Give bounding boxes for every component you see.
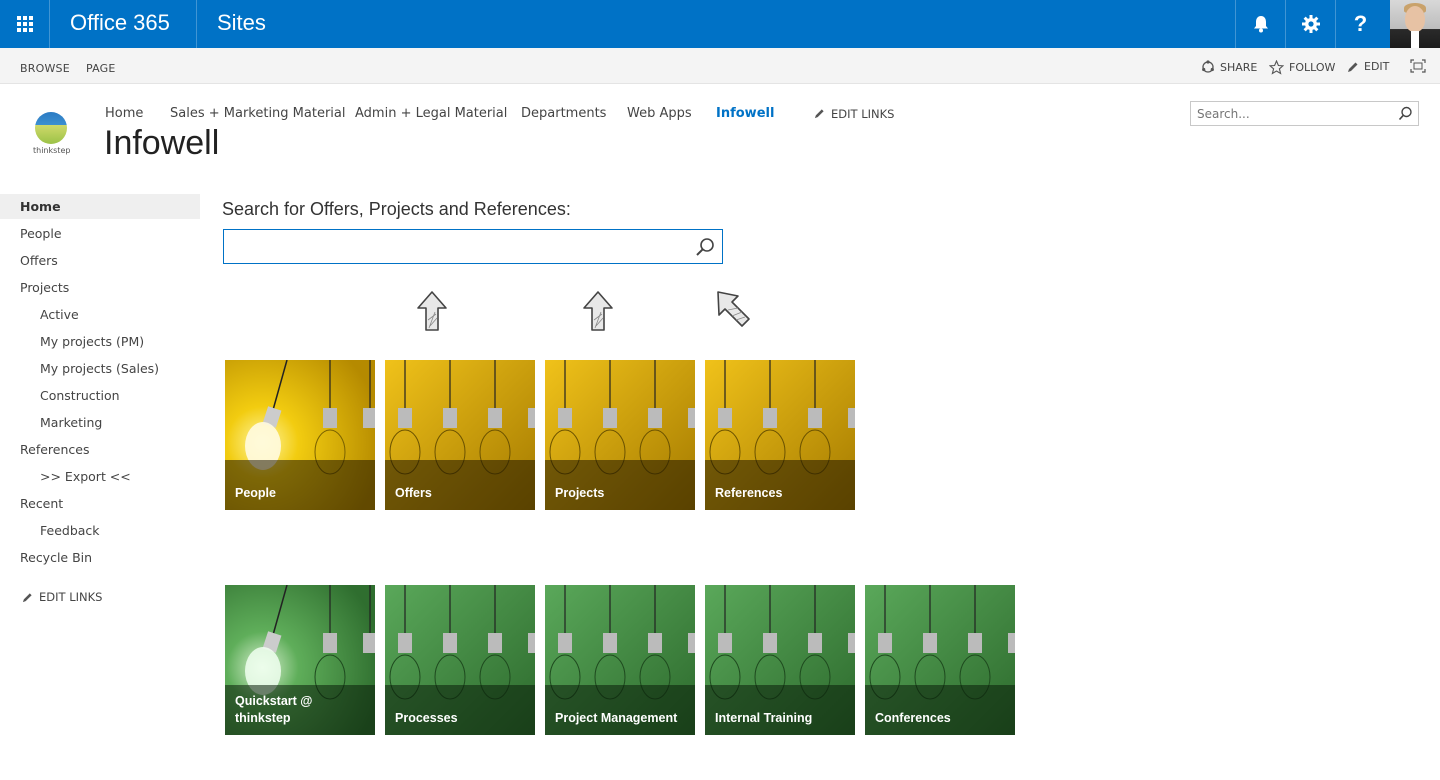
leftnav-references[interactable]: References	[0, 437, 200, 462]
tile-caption: Internal Training	[705, 685, 855, 735]
suite-bar: Office 365 Sites ?	[0, 0, 1440, 48]
settings-button[interactable]	[1285, 0, 1335, 48]
notifications-button[interactable]	[1235, 0, 1285, 48]
follow-button[interactable]: FOLLOW	[1269, 60, 1335, 75]
leftnav-edit-links-label: EDIT LINKS	[39, 590, 103, 604]
tile-caption: People	[225, 460, 375, 510]
site-logo[interactable]	[35, 112, 67, 144]
search-icon[interactable]	[1398, 106, 1413, 121]
tile-quickstart[interactable]: Quickstart @ thinkstep	[225, 585, 375, 735]
help-icon: ?	[1353, 11, 1368, 36]
leftnav-feedback[interactable]: Feedback	[0, 518, 200, 543]
site-logo-text: thinkstep	[33, 146, 71, 155]
pencil-icon	[22, 592, 32, 602]
arrow-up-left-icon	[717, 291, 750, 327]
arrow-up-icon	[417, 291, 447, 331]
suite-bar-divider	[196, 0, 197, 48]
tile-label: Quickstart @ thinkstep	[235, 694, 313, 725]
fullscreen-icon	[1410, 59, 1426, 73]
tile-caption: Project Management	[545, 685, 695, 735]
search-heading: Search for Offers, Projects and Referenc…	[222, 199, 571, 219]
tile-project-management[interactable]: Project Management	[545, 585, 695, 735]
site-search-box	[1190, 101, 1419, 126]
tile-label: People	[235, 486, 276, 500]
topnav-departments[interactable]: Departments	[521, 106, 606, 121]
leftnav-my-projects-pm[interactable]: My projects (PM)	[0, 329, 200, 354]
leftnav-recycle-bin[interactable]: Recycle Bin	[0, 545, 200, 570]
pencil-icon	[1348, 62, 1358, 72]
topnav-sales-marketing[interactable]: Sales + Marketing Material	[170, 106, 346, 121]
user-avatar[interactable]	[1390, 0, 1440, 48]
pencil-icon	[814, 109, 824, 119]
tile-caption: Quickstart @ thinkstep	[225, 685, 375, 735]
tile-caption: Processes	[385, 685, 535, 735]
ribbon-bar: BROWSE PAGE SHARE FOLLOW EDIT	[0, 48, 1440, 84]
waffle-icon	[16, 16, 33, 32]
offers-search-input[interactable]	[223, 229, 723, 264]
tab-page[interactable]: PAGE	[86, 62, 116, 75]
edit-page-button[interactable]: EDIT	[1347, 60, 1389, 73]
leftnav-export[interactable]: >> Export <<	[0, 464, 200, 489]
tile-conferences[interactable]: Conferences	[865, 585, 1015, 735]
tile-caption: Projects	[545, 460, 695, 510]
topnav-edit-links-label: EDIT LINKS	[831, 107, 895, 121]
share-icon	[1202, 60, 1214, 73]
tile-caption: References	[705, 460, 855, 510]
leftnav-home[interactable]: Home	[0, 194, 200, 219]
star-icon	[1269, 60, 1284, 75]
leftnav-construction[interactable]: Construction	[0, 383, 200, 408]
tile-offers[interactable]: Offers	[385, 360, 535, 510]
gear-icon	[1301, 15, 1320, 33]
edit-label: EDIT	[1364, 60, 1390, 73]
arrow-up-icon	[583, 291, 613, 331]
tab-browse[interactable]: BROWSE	[20, 62, 70, 75]
tile-caption: Conferences	[865, 685, 1015, 735]
leftnav-active[interactable]: Active	[0, 302, 200, 327]
leftnav-people[interactable]: People	[0, 221, 200, 246]
leftnav-my-projects-sales[interactable]: My projects (Sales)	[0, 356, 200, 381]
leftnav-edit-links[interactable]: EDIT LINKS	[22, 590, 102, 604]
tile-caption: Offers	[385, 460, 535, 510]
focus-content-button[interactable]	[1410, 59, 1426, 73]
topnav-home[interactable]: Home	[105, 106, 143, 121]
tile-label: Offers	[395, 486, 432, 500]
tile-label: References	[715, 486, 783, 500]
help-button[interactable]: ?	[1335, 0, 1385, 48]
tile-label: Conferences	[875, 711, 951, 725]
leftnav-offers[interactable]: Offers	[0, 248, 200, 273]
site-search-input[interactable]	[1191, 102, 1391, 125]
tile-references[interactable]: References	[705, 360, 855, 510]
search-icon[interactable]	[695, 237, 715, 257]
tile-label: Project Management	[555, 711, 678, 725]
page-title: Infowell	[104, 124, 220, 162]
topnav-web-apps[interactable]: Web Apps	[627, 106, 692, 121]
topnav-edit-links[interactable]: EDIT LINKS	[814, 107, 894, 121]
tile-label: Projects	[555, 486, 605, 500]
tile-processes[interactable]: Processes	[385, 585, 535, 735]
tile-people[interactable]: People	[225, 360, 375, 510]
topnav-infowell[interactable]: Infowell	[716, 106, 774, 121]
tile-label: Processes	[395, 711, 458, 725]
share-button[interactable]: SHARE	[1201, 60, 1257, 74]
leftnav-recent[interactable]: Recent	[0, 491, 200, 516]
bell-icon	[1253, 16, 1268, 33]
follow-label: FOLLOW	[1289, 61, 1336, 74]
office365-brand-link[interactable]: Office 365	[70, 10, 170, 36]
tile-internal-training[interactable]: Internal Training	[705, 585, 855, 735]
app-launcher-button[interactable]	[0, 0, 50, 48]
tile-projects[interactable]: Projects	[545, 360, 695, 510]
tile-label: Internal Training	[715, 711, 813, 725]
leftnav-marketing[interactable]: Marketing	[0, 410, 200, 435]
app-title-link[interactable]: Sites	[217, 10, 266, 36]
leftnav-projects[interactable]: Projects	[0, 275, 200, 300]
topnav-admin-legal[interactable]: Admin + Legal Material	[355, 106, 507, 121]
share-label: SHARE	[1220, 60, 1258, 74]
